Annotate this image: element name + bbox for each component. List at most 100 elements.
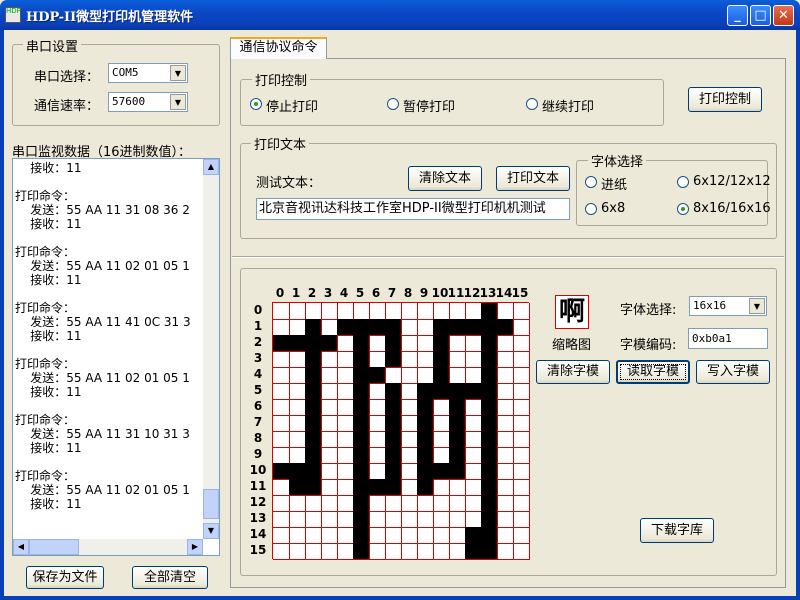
- glyph-pixel[interactable]: [273, 383, 290, 400]
- read-glyph-button[interactable]: 读取字模: [616, 360, 690, 384]
- glyph-pixel[interactable]: [449, 383, 466, 400]
- glyph-pixel[interactable]: [449, 415, 466, 432]
- glyph-pixel[interactable]: [433, 415, 450, 432]
- glyph-pixel[interactable]: [321, 383, 338, 400]
- glyph-pixel[interactable]: [401, 495, 418, 512]
- radio-font-6x8[interactable]: [585, 203, 597, 215]
- glyph-pixel[interactable]: [385, 447, 402, 464]
- glyph-pixel[interactable]: [401, 415, 418, 432]
- glyph-pixel[interactable]: [497, 367, 514, 384]
- glyph-pixel[interactable]: [385, 367, 402, 384]
- glyph-pixel[interactable]: [417, 351, 434, 368]
- glyph-pixel[interactable]: [305, 447, 322, 464]
- glyph-pixel[interactable]: [433, 543, 450, 560]
- glyph-pixel[interactable]: [481, 303, 498, 320]
- glyph-pixel[interactable]: [417, 527, 434, 544]
- glyph-pixel[interactable]: [465, 335, 482, 352]
- glyph-pixel[interactable]: [417, 479, 434, 496]
- glyph-pixel[interactable]: [449, 335, 466, 352]
- glyph-pixel[interactable]: [369, 399, 386, 416]
- glyph-pixel[interactable]: [401, 303, 418, 320]
- glyph-pixel[interactable]: [513, 527, 530, 544]
- chevron-down-icon[interactable]: ▼: [170, 94, 186, 110]
- glyph-pixel[interactable]: [321, 303, 338, 320]
- save-to-file-button[interactable]: 保存为文件: [26, 566, 104, 589]
- glyph-pixel[interactable]: [401, 351, 418, 368]
- glyph-pixel[interactable]: [385, 527, 402, 544]
- glyph-pixel[interactable]: [513, 479, 530, 496]
- glyph-pixel[interactable]: [289, 303, 306, 320]
- glyph-pixel[interactable]: [481, 383, 498, 400]
- glyph-pixel[interactable]: [433, 527, 450, 544]
- glyph-pixel[interactable]: [337, 319, 354, 336]
- glyph-pixel[interactable]: [513, 463, 530, 480]
- glyph-pixel[interactable]: [417, 447, 434, 464]
- glyph-pixel[interactable]: [449, 399, 466, 416]
- glyph-pixel[interactable]: [497, 399, 514, 416]
- glyph-pixel[interactable]: [353, 383, 370, 400]
- glyph-pixel[interactable]: [385, 319, 402, 336]
- glyph-pixel[interactable]: [369, 495, 386, 512]
- scroll-up-icon[interactable]: ▲: [203, 159, 219, 175]
- glyph-pixel[interactable]: [289, 367, 306, 384]
- glyph-pixel[interactable]: [385, 303, 402, 320]
- glyph-pixel[interactable]: [417, 495, 434, 512]
- glyph-pixel[interactable]: [321, 351, 338, 368]
- glyph-pixel[interactable]: [273, 543, 290, 560]
- glyph-pixel[interactable]: [273, 335, 290, 352]
- glyph-pixel[interactable]: [353, 511, 370, 528]
- glyph-pixel[interactable]: [465, 383, 482, 400]
- glyph-pixel[interactable]: [289, 463, 306, 480]
- glyph-pixel[interactable]: [417, 383, 434, 400]
- glyph-pixel[interactable]: [337, 479, 354, 496]
- glyph-pixel[interactable]: [465, 527, 482, 544]
- close-button[interactable]: ✕: [773, 5, 794, 26]
- glyph-pixel[interactable]: [433, 511, 450, 528]
- glyph-pixel[interactable]: [273, 415, 290, 432]
- glyph-pixel[interactable]: [305, 495, 322, 512]
- glyph-pixel[interactable]: [497, 527, 514, 544]
- glyph-pixel[interactable]: [417, 463, 434, 480]
- glyph-pixel[interactable]: [353, 463, 370, 480]
- glyph-pixel[interactable]: [337, 447, 354, 464]
- glyph-pixel[interactable]: [305, 543, 322, 560]
- glyph-pixel[interactable]: [465, 479, 482, 496]
- glyph-pixel[interactable]: [433, 463, 450, 480]
- glyph-pixel[interactable]: [369, 431, 386, 448]
- glyph-pixel[interactable]: [433, 447, 450, 464]
- chevron-down-icon[interactable]: ▼: [170, 65, 186, 81]
- glyph-pixel[interactable]: [273, 399, 290, 416]
- glyph-pixel[interactable]: [481, 415, 498, 432]
- glyph-pixel[interactable]: [273, 303, 290, 320]
- glyph-pixel[interactable]: [401, 543, 418, 560]
- clear-glyph-button[interactable]: 清除字模: [536, 360, 610, 384]
- glyph-pixel[interactable]: [417, 399, 434, 416]
- glyph-pixel[interactable]: [369, 367, 386, 384]
- glyph-pixel[interactable]: [289, 319, 306, 336]
- glyph-pixel[interactable]: [353, 303, 370, 320]
- print-control-button[interactable]: 打印控制: [688, 87, 762, 112]
- glyph-pixel[interactable]: [273, 351, 290, 368]
- glyph-pixel[interactable]: [417, 543, 434, 560]
- glyph-pixel[interactable]: [481, 543, 498, 560]
- glyph-pixel[interactable]: [289, 399, 306, 416]
- glyph-pixel[interactable]: [273, 447, 290, 464]
- clear-all-button[interactable]: 全部清空: [132, 566, 208, 589]
- glyph-pixel[interactable]: [385, 543, 402, 560]
- glyph-pixel[interactable]: [465, 447, 482, 464]
- glyph-pixel[interactable]: [289, 383, 306, 400]
- glyph-pixel[interactable]: [353, 495, 370, 512]
- glyph-pixel[interactable]: [321, 399, 338, 416]
- glyph-pixel[interactable]: [369, 351, 386, 368]
- glyph-pixel[interactable]: [289, 527, 306, 544]
- glyph-pixel[interactable]: [369, 527, 386, 544]
- scroll-down-icon[interactable]: ▼: [203, 523, 219, 539]
- glyph-pixel[interactable]: [289, 431, 306, 448]
- glyph-pixel[interactable]: [449, 511, 466, 528]
- glyph-pixel[interactable]: [497, 431, 514, 448]
- glyph-pixel[interactable]: [417, 303, 434, 320]
- glyph-pixel[interactable]: [481, 495, 498, 512]
- glyph-pixel[interactable]: [513, 447, 530, 464]
- glyph-pixel[interactable]: [337, 543, 354, 560]
- glyph-pixel[interactable]: [337, 415, 354, 432]
